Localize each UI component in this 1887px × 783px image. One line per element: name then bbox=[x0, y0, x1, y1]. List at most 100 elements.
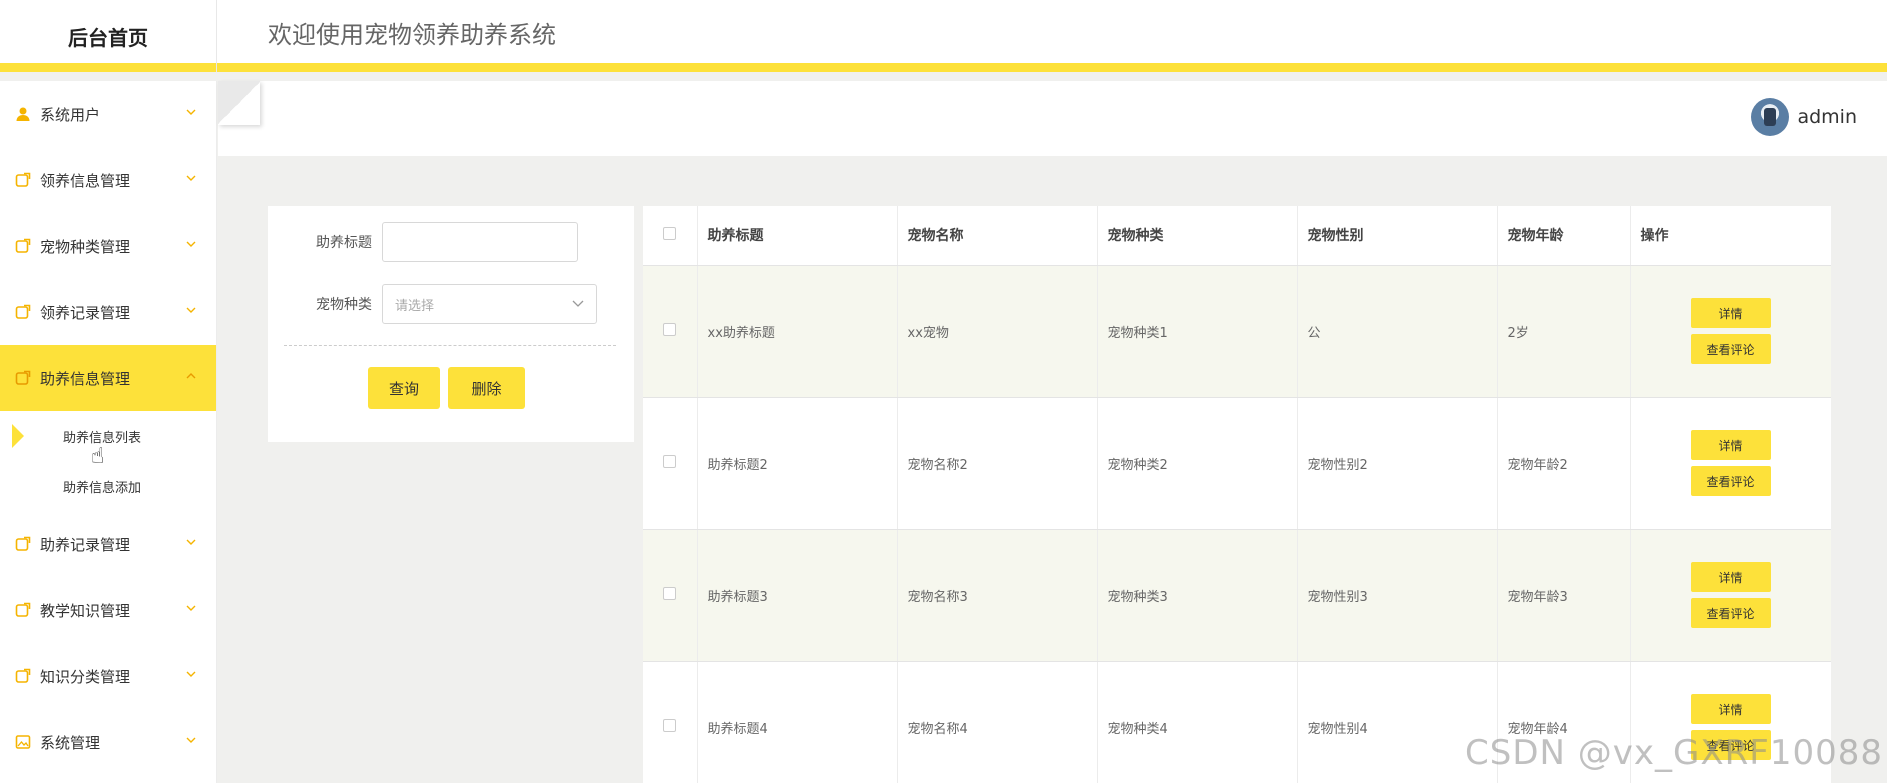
user-icon bbox=[14, 105, 32, 123]
sidebar-item-label: 宠物种类管理 bbox=[40, 237, 131, 256]
table-cell: 宠物名称3 bbox=[897, 529, 1098, 662]
table-cell: 助养标题2 bbox=[697, 397, 898, 530]
type-label: 宠物种类 bbox=[316, 297, 372, 313]
row-select-cell bbox=[643, 265, 698, 398]
user-name: admin bbox=[1797, 106, 1857, 128]
row-select-cell bbox=[643, 397, 698, 530]
table-cell: xx助养标题 bbox=[697, 265, 898, 398]
table-header-row: 助养标题 宠物名称 宠物种类 宠物性别 宠物年龄 操作 bbox=[643, 206, 1831, 266]
content-toolbar: admin bbox=[218, 81, 1887, 156]
page-fold-icon bbox=[218, 81, 260, 125]
view-comments-button[interactable]: 查看评论 bbox=[1690, 466, 1771, 496]
home-link[interactable]: 后台首页 bbox=[0, 0, 217, 72]
table-cell: 宠物性别3 bbox=[1297, 529, 1498, 662]
page-title: 欢迎使用宠物领养助养系统 bbox=[268, 21, 556, 49]
table-cell: 宠物名称4 bbox=[897, 661, 1098, 783]
sidebar-item-label: 助养记录管理 bbox=[40, 535, 131, 554]
edit-icon bbox=[14, 303, 32, 321]
user-menu[interactable]: admin bbox=[1751, 98, 1857, 136]
table-cell: 助养标题3 bbox=[697, 529, 898, 662]
table-cell: 宠物名称2 bbox=[897, 397, 1098, 530]
image-icon bbox=[14, 733, 32, 751]
sidebar-item-system-users[interactable]: 系统用户 bbox=[0, 81, 216, 147]
edit-icon bbox=[14, 601, 32, 619]
chevron-down-icon bbox=[186, 307, 196, 313]
delete-button[interactable]: 删除 bbox=[448, 367, 525, 409]
type-field-row: 宠物种类 请选择 bbox=[268, 284, 597, 324]
table-cell: 2岁 bbox=[1497, 265, 1631, 398]
edit-icon bbox=[14, 667, 32, 685]
sidebar-item-label: 系统管理 bbox=[40, 733, 101, 752]
search-panel: 助养标题 宠物种类 请选择 查询 删除 bbox=[268, 206, 634, 442]
row-checkbox[interactable] bbox=[663, 586, 677, 600]
title-input[interactable] bbox=[382, 222, 578, 262]
detail-button[interactable]: 详情 bbox=[1690, 694, 1771, 724]
sidebar-item-label: 教学知识管理 bbox=[40, 601, 131, 620]
avatar bbox=[1751, 98, 1790, 136]
hand-cursor-icon: ☝ bbox=[91, 444, 105, 469]
chevron-up-icon bbox=[186, 373, 196, 379]
submenu-item-label: 助养信息列表 bbox=[63, 430, 142, 446]
table-cell: 宠物性别2 bbox=[1297, 397, 1498, 530]
row-checkbox[interactable] bbox=[663, 718, 677, 732]
sidebar-item-knowledge-category[interactable]: 知识分类管理 bbox=[0, 643, 216, 709]
sidebar-item-label: 系统用户 bbox=[40, 105, 101, 124]
chevron-down-icon bbox=[186, 671, 196, 677]
table-cell: 宠物年龄3 bbox=[1497, 529, 1631, 662]
table-cell: 公 bbox=[1297, 265, 1498, 398]
row-actions: 详情 查看评论 bbox=[1630, 529, 1831, 662]
pet-type-select[interactable]: 请选择 bbox=[382, 284, 597, 324]
divider bbox=[284, 345, 616, 346]
detail-button[interactable]: 详情 bbox=[1690, 430, 1771, 460]
watermark: CSDN @vx_GXRF10088 bbox=[1465, 733, 1883, 773]
view-comments-button[interactable]: 查看评论 bbox=[1690, 334, 1771, 364]
chevron-down-icon bbox=[572, 300, 584, 307]
edit-icon bbox=[14, 369, 32, 387]
table-cell: xx宠物 bbox=[897, 265, 1098, 398]
active-pointer-icon bbox=[12, 424, 24, 448]
column-header: 宠物名称 bbox=[897, 206, 1098, 266]
title-field-row: 助养标题 bbox=[268, 222, 578, 262]
column-header: 宠物年龄 bbox=[1497, 206, 1631, 266]
sidebar-item-adoption-records[interactable]: 领养记录管理 bbox=[0, 279, 216, 345]
table-row: 助养标题2 宠物名称2 宠物种类2 宠物性别2 宠物年龄2 详情 查看评论 bbox=[643, 397, 1831, 530]
sidebar: 系统用户 领养信息管理 宠物种类管理 领养记录管理 助养信息管理 助养信息列表 bbox=[0, 81, 217, 783]
edit-icon bbox=[14, 171, 32, 189]
column-header: 宠物性别 bbox=[1297, 206, 1498, 266]
sidebar-item-sponsor-records[interactable]: 助养记录管理 bbox=[0, 511, 216, 577]
detail-button[interactable]: 详情 bbox=[1690, 562, 1771, 592]
app-header: 后台首页 欢迎使用宠物领养助养系统 bbox=[0, 0, 1887, 72]
table-cell: 宠物种类4 bbox=[1097, 661, 1298, 783]
edit-icon bbox=[14, 535, 32, 553]
sidebar-item-system-management[interactable]: 系统管理 bbox=[0, 709, 216, 775]
view-comments-button[interactable]: 查看评论 bbox=[1690, 598, 1771, 628]
sidebar-item-label: 知识分类管理 bbox=[40, 667, 131, 686]
chevron-down-icon bbox=[186, 737, 196, 743]
submenu-item-sponsor-add[interactable]: 助养信息添加 bbox=[0, 461, 216, 511]
chevron-down-icon bbox=[186, 109, 196, 115]
chevron-down-icon bbox=[186, 605, 196, 611]
submenu-sponsor-info: 助养信息列表 助养信息添加 bbox=[0, 411, 216, 511]
chevron-down-icon bbox=[186, 241, 196, 247]
sidebar-item-adoption-info[interactable]: 领养信息管理 bbox=[0, 147, 216, 213]
detail-button[interactable]: 详情 bbox=[1690, 298, 1771, 328]
query-button[interactable]: 查询 bbox=[368, 367, 440, 409]
row-checkbox[interactable] bbox=[663, 454, 677, 468]
edit-icon bbox=[14, 237, 32, 255]
row-checkbox[interactable] bbox=[663, 322, 677, 336]
submenu-item-sponsor-list[interactable]: 助养信息列表 bbox=[0, 411, 216, 461]
submenu-item-label: 助养信息添加 bbox=[63, 480, 142, 496]
sidebar-item-sponsor-info[interactable]: 助养信息管理 bbox=[0, 345, 216, 411]
data-table: 助养标题 宠物名称 宠物种类 宠物性别 宠物年龄 操作 xx助养标题 xx宠物 … bbox=[643, 206, 1831, 783]
sidebar-item-teaching-knowledge[interactable]: 教学知识管理 bbox=[0, 577, 216, 643]
select-placeholder: 请选择 bbox=[395, 298, 435, 314]
row-select-cell bbox=[643, 529, 698, 662]
sidebar-item-pet-types[interactable]: 宠物种类管理 bbox=[0, 213, 216, 279]
column-header: 宠物种类 bbox=[1097, 206, 1298, 266]
table-cell: 宠物种类2 bbox=[1097, 397, 1298, 530]
select-all-checkbox[interactable] bbox=[663, 226, 677, 240]
column-header: 操作 bbox=[1630, 206, 1831, 266]
table-row: 助养标题3 宠物名称3 宠物种类3 宠物性别3 宠物年龄3 详情 查看评论 bbox=[643, 529, 1831, 662]
table-cell: 助养标题4 bbox=[697, 661, 898, 783]
chevron-down-icon bbox=[186, 539, 196, 545]
